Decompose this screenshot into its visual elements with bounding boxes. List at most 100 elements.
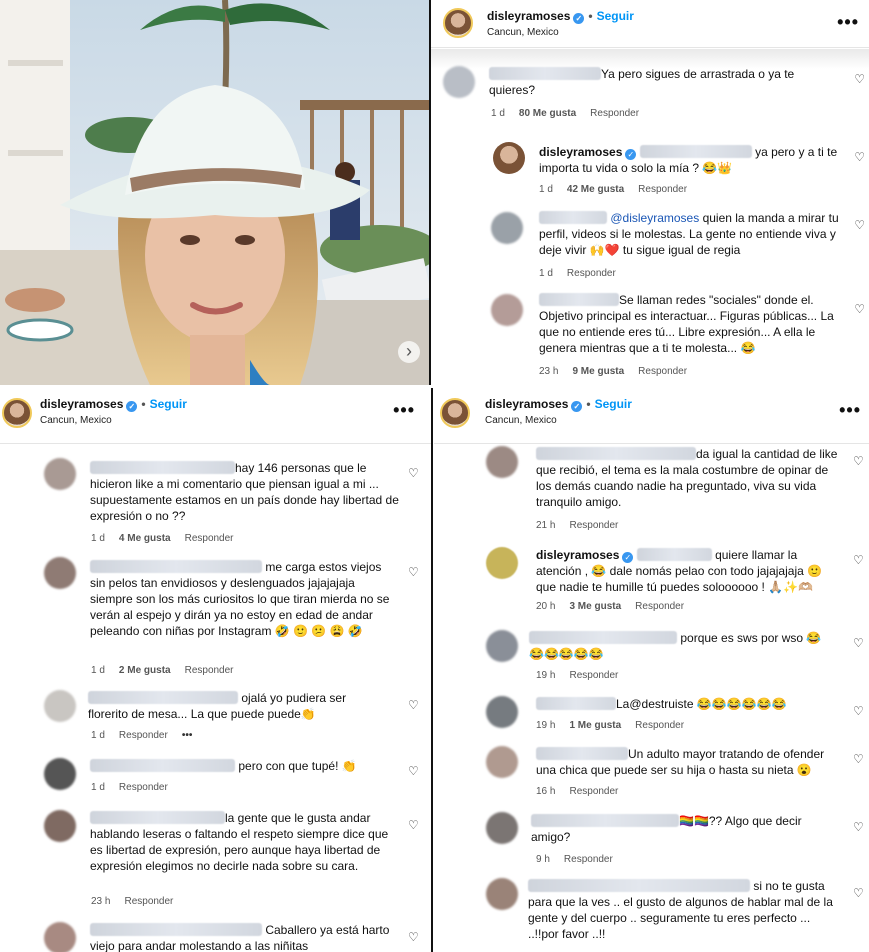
- avatar[interactable]: [44, 557, 76, 589]
- follow-button[interactable]: Seguir: [150, 397, 187, 411]
- reply-button[interactable]: Responder: [569, 786, 618, 797]
- comment-text: Ya pero sigues de arrastrada o ya te qui…: [489, 67, 795, 97]
- reply-button[interactable]: Responder: [638, 366, 687, 377]
- reply-button[interactable]: Responder: [567, 268, 616, 279]
- separator-dot: •: [141, 397, 146, 411]
- avatar[interactable]: [44, 810, 76, 842]
- post-photo[interactable]: ›: [0, 0, 429, 385]
- like-heart-icon[interactable]: ♡: [408, 818, 419, 832]
- reply-button[interactable]: Responder: [119, 730, 168, 741]
- reply-button[interactable]: Responder: [119, 782, 168, 793]
- avatar[interactable]: [491, 294, 523, 326]
- username[interactable]: disleyramoses: [40, 397, 123, 411]
- like-count[interactable]: 2 Me gusta: [119, 665, 171, 676]
- blurred-username: [90, 759, 235, 772]
- avatar[interactable]: [486, 547, 518, 579]
- like-count[interactable]: 3 Me gusta: [569, 601, 621, 612]
- reply-button[interactable]: Responder: [569, 670, 618, 681]
- like-heart-icon[interactable]: ♡: [854, 302, 865, 316]
- reply-item: si no te gusta para que la ves .. el gus…: [434, 876, 869, 952]
- blurred-username: [539, 211, 607, 224]
- reply-button[interactable]: Responder: [590, 108, 639, 119]
- comment-text: disleyramoses ✓ ya pero y a ti te importa…: [539, 145, 838, 175]
- reply-button[interactable]: Responder: [635, 720, 684, 731]
- username[interactable]: disleyramoses: [485, 397, 568, 411]
- like-heart-icon[interactable]: ♡: [853, 454, 864, 468]
- more-options-icon[interactable]: •••: [837, 12, 859, 33]
- avatar[interactable]: [486, 630, 518, 662]
- location-label[interactable]: Cancun, Mexico: [485, 415, 557, 426]
- reply-button[interactable]: Responder: [635, 601, 684, 612]
- comment-text: Un adulto mayor tratando de ofender una …: [536, 747, 825, 777]
- like-heart-icon[interactable]: ♡: [853, 886, 864, 900]
- reply-button[interactable]: Responder: [564, 854, 613, 865]
- avatar[interactable]: [44, 690, 76, 722]
- username[interactable]: disleyramoses: [536, 548, 619, 562]
- reply-item: disleyramoses ✓ quiere llamar la atención…: [434, 545, 869, 620]
- more-options-icon[interactable]: •••: [839, 400, 861, 421]
- avatar[interactable]: [486, 878, 518, 910]
- avatar[interactable]: [44, 758, 76, 790]
- avatar[interactable]: [443, 8, 473, 38]
- like-heart-icon[interactable]: ♡: [408, 466, 419, 480]
- reply-item: 🏳️‍🌈🏳️‍🌈?? Algo que decir amigo? 9 h Resp…: [434, 810, 869, 868]
- location-label[interactable]: Cancun, Mexico: [487, 27, 559, 38]
- blurred-username: [90, 560, 262, 573]
- comment-item: Caballero ya está harto viejo para andar…: [0, 920, 431, 952]
- like-count[interactable]: 1 Me gusta: [569, 720, 621, 731]
- like-heart-icon[interactable]: ♡: [408, 930, 419, 944]
- mention-link[interactable]: @disleyramoses: [610, 211, 699, 225]
- avatar[interactable]: [486, 696, 518, 728]
- like-heart-icon[interactable]: ♡: [408, 565, 419, 579]
- like-heart-icon[interactable]: ♡: [853, 752, 864, 766]
- like-heart-icon[interactable]: ♡: [853, 553, 864, 567]
- more-options-icon[interactable]: •••: [393, 400, 415, 421]
- avatar[interactable]: [440, 398, 470, 428]
- avatar[interactable]: [44, 922, 76, 952]
- more-options-icon[interactable]: •••: [182, 730, 193, 741]
- like-heart-icon[interactable]: ♡: [853, 704, 864, 718]
- like-count[interactable]: 4 Me gusta: [119, 533, 171, 544]
- like-heart-icon[interactable]: ♡: [853, 636, 864, 650]
- comment-text: da igual la cantidad de like que recibió…: [536, 447, 838, 509]
- comment-meta: 21 h Responder: [536, 520, 619, 531]
- avatar[interactable]: [486, 746, 518, 778]
- follow-button[interactable]: Seguir: [595, 397, 632, 411]
- like-heart-icon[interactable]: ♡: [853, 820, 864, 834]
- comment-meta: 1 d2 Me gusta Responder: [91, 665, 234, 676]
- avatar[interactable]: [491, 212, 523, 244]
- avatar[interactable]: [493, 142, 525, 174]
- like-heart-icon[interactable]: ♡: [854, 218, 865, 232]
- avatar[interactable]: [2, 398, 32, 428]
- like-heart-icon[interactable]: ♡: [408, 764, 419, 778]
- like-count[interactable]: 80 Me gusta: [519, 108, 576, 119]
- avatar[interactable]: [44, 458, 76, 490]
- like-count[interactable]: 9 Me gusta: [572, 366, 624, 377]
- reply-button[interactable]: Responder: [638, 184, 687, 195]
- post-header: disleyramoses ✓ • Seguir Cancun, Mexico •••: [431, 0, 869, 48]
- avatar[interactable]: [486, 812, 518, 844]
- comment-meta: 23 h9 Me gusta Responder: [539, 366, 688, 377]
- next-photo-button[interactable]: ›: [398, 341, 420, 363]
- username[interactable]: disleyramoses: [487, 9, 570, 23]
- username[interactable]: disleyramoses: [539, 145, 622, 159]
- reply-item: disleyramoses ✓ ya pero y a ti te importa…: [431, 140, 869, 200]
- comment-meta: 1 d 80 Me gusta Responder: [491, 108, 640, 119]
- like-heart-icon[interactable]: ♡: [854, 150, 865, 164]
- like-count[interactable]: 42 Me gusta: [567, 184, 624, 195]
- like-heart-icon[interactable]: ♡: [408, 698, 419, 712]
- reply-item: da igual la cantidad de like que recibió…: [434, 446, 869, 531]
- reply-button[interactable]: Responder: [185, 665, 234, 676]
- blurred-username: [529, 631, 677, 644]
- reply-button[interactable]: Responder: [185, 533, 234, 544]
- avatar[interactable]: [443, 66, 475, 98]
- location-label[interactable]: Cancun, Mexico: [40, 415, 112, 426]
- avatar[interactable]: [486, 446, 518, 478]
- panel-divider: [429, 0, 431, 385]
- reply-button[interactable]: Responder: [124, 896, 173, 907]
- like-heart-icon[interactable]: ♡: [854, 72, 865, 86]
- reply-button[interactable]: Responder: [569, 520, 618, 531]
- reply-item: Un adulto mayor tratando de ofender una …: [434, 744, 869, 804]
- follow-button[interactable]: Seguir: [597, 9, 634, 23]
- comment-meta: 1 d Responder •••: [91, 730, 193, 741]
